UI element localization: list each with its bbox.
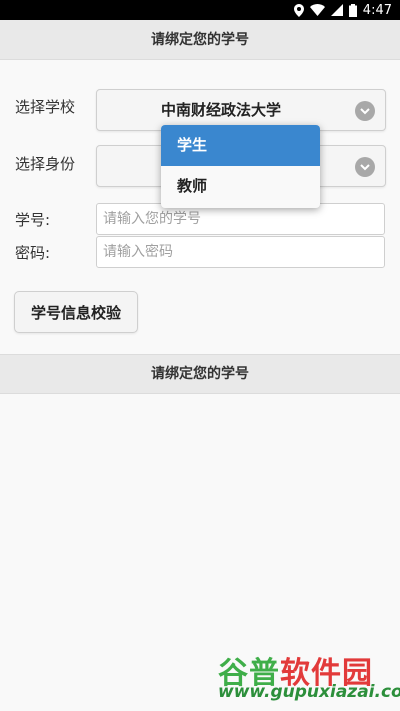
section-title-bar: 请绑定您的学号 [0, 354, 400, 394]
school-select-value: 中南财经政法大学 [160, 101, 281, 119]
dropdown-option-teacher[interactable]: 教师 [161, 166, 320, 207]
wifi-icon [309, 4, 325, 16]
battery-icon [348, 3, 357, 17]
page-title: 请绑定您的学号 [0, 20, 400, 60]
status-bar: 4:47 [0, 0, 400, 20]
chevron-down-icon [355, 101, 375, 121]
password-input[interactable] [96, 236, 385, 268]
identity-dropdown: 学生 教师 [161, 125, 320, 208]
watermark-logo: 谷普软件园 www.gupuxiazai.com [218, 648, 400, 708]
password-label: 密码: [15, 244, 51, 262]
identity-label: 选择身份 [15, 155, 76, 173]
signal-icon [330, 4, 343, 16]
verify-button[interactable]: 学号信息校验 [14, 291, 138, 333]
location-icon [293, 3, 304, 17]
status-icons: 4:47 [293, 2, 392, 18]
status-time: 4:47 [362, 2, 392, 18]
watermark-url: www.gupuxiazai.com [218, 682, 400, 702]
school-label: 选择学校 [15, 98, 76, 116]
dropdown-option-student[interactable]: 学生 [161, 125, 320, 166]
chevron-down-icon [355, 157, 375, 177]
student-id-label: 学号: [15, 211, 51, 229]
